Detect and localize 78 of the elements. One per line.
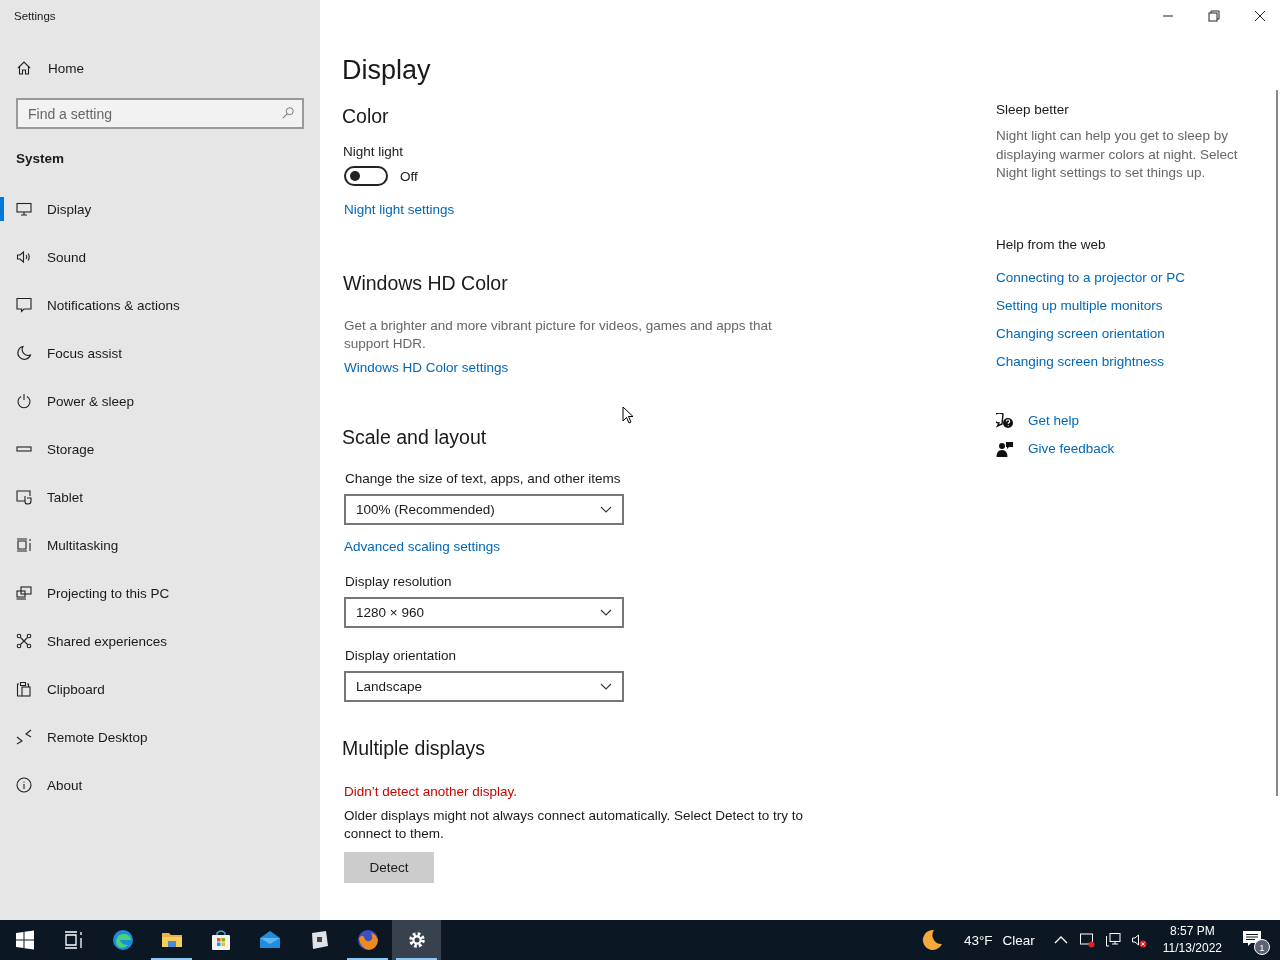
nav-item[interactable]: Multitasking <box>0 533 320 557</box>
nav-item[interactable]: Projecting to this PC <box>0 581 320 605</box>
description-text: Night light can help you get to sleep by displaying warmer colors at night. Select Night light settings to set things up. <box>996 127 1239 182</box>
toggle-switch[interactable] <box>344 166 388 186</box>
field-label: Display orientation <box>345 648 457 663</box>
clock-time[interactable]: 8:57 PM <box>1170 923 1215 940</box>
nav-item[interactable]: Shared experiences <box>0 629 320 653</box>
fox-browser-icon[interactable] <box>355 928 380 952</box>
help-link[interactable]: Connecting to a projector or PC <box>996 269 1186 285</box>
network-icon[interactable] <box>1104 932 1121 948</box>
nav-item[interactable]: Power & sleep <box>0 389 320 413</box>
mouse-pointer-icon <box>622 406 634 424</box>
settings-link[interactable]: Advanced scaling settings <box>344 539 501 554</box>
dropdown[interactable]: 1280 × 960 <box>344 597 624 628</box>
section-heading: Windows HD Color <box>343 271 508 296</box>
settings-link[interactable]: Windows HD Color settings <box>344 360 509 375</box>
person-feedback-icon <box>996 440 1014 457</box>
monitor-pair-icon <box>16 585 32 601</box>
section-heading: Color <box>342 104 389 129</box>
temperature-text: 43°F <box>963 932 993 948</box>
help-link[interactable]: Changing screen brightness <box>996 353 1165 369</box>
nav-item[interactable]: Tablet <box>0 485 320 509</box>
browser-icon[interactable] <box>110 928 135 952</box>
speaker-icon <box>16 249 32 265</box>
nav-item[interactable]: About <box>0 773 320 797</box>
tablet-icon <box>16 489 32 505</box>
dropdown[interactable]: Landscape <box>344 671 624 702</box>
help-link[interactable]: Changing screen orientation <box>996 325 1165 341</box>
nav-item[interactable]: Storage <box>0 437 320 461</box>
nav-item[interactable]: Notifications & actions <box>0 293 320 317</box>
weather-text: Clear <box>1002 932 1035 948</box>
section-heading: System <box>16 151 65 166</box>
search-icon <box>281 106 295 120</box>
nav-item[interactable]: Focus assist <box>0 341 320 365</box>
moon-icon <box>16 345 32 361</box>
nav-item[interactable]: Remote Desktop <box>0 725 320 749</box>
description-text: Get a brighter and more vibrant picture for videos, games and apps that support HDR. <box>344 317 773 353</box>
window-title: Settings <box>14 10 56 22</box>
info-icon <box>16 777 32 793</box>
warning-text: Didn’t detect another display. <box>344 784 518 799</box>
section-heading: Sleep better <box>996 102 1069 117</box>
settings-link[interactable]: Night light settings <box>344 202 455 217</box>
help-bubble-icon <box>996 412 1014 429</box>
field-label: Change the size of text, apps, and other items <box>345 471 621 486</box>
power-icon <box>16 393 32 409</box>
help-link[interactable]: Get help <box>1028 413 1080 428</box>
window-stack-icon <box>16 537 32 553</box>
section-heading: Multiple displays <box>342 736 486 761</box>
notification-badge: 1 <box>1254 939 1270 955</box>
field-label: Night light <box>343 144 404 159</box>
help-link[interactable]: Setting up multiple monitors <box>996 297 1163 313</box>
arrows-icon <box>16 729 32 745</box>
notification-icon[interactable] <box>1242 930 1262 948</box>
chevron-down-icon <box>600 608 612 617</box>
help-link[interactable]: Give feedback <box>1028 441 1115 456</box>
security-icon[interactable] <box>1078 932 1095 948</box>
speech-bubble-icon <box>16 297 32 313</box>
chevron-down-icon <box>600 505 612 514</box>
description-text: Older displays might not always connect automatically. Select Detect to try to connect to them. <box>344 807 804 843</box>
dropdown[interactable]: 100% (Recommended) <box>344 494 624 525</box>
section-heading: Help from the web <box>996 236 1106 252</box>
page-title: Display <box>342 54 431 87</box>
scrollbar[interactable] <box>1276 90 1278 796</box>
monitor-icon <box>16 201 32 217</box>
home-link[interactable]: Home <box>16 60 84 76</box>
muted-speaker-icon[interactable] <box>1130 932 1147 948</box>
section-heading: Scale and layout <box>342 425 487 450</box>
search-field[interactable]: Find a setting <box>16 98 304 129</box>
toggle-state: Off <box>400 168 418 184</box>
clock-date[interactable]: 11/13/2022 <box>1162 940 1222 957</box>
chevron-down-icon <box>600 682 612 691</box>
field-label: Display resolution <box>345 574 452 589</box>
detect-button[interactable]: Detect <box>344 852 434 883</box>
clipboard-icon <box>16 681 32 697</box>
nav-item[interactable]: Clipboard <box>0 677 320 701</box>
home-icon <box>16 60 32 76</box>
nodes-icon <box>16 633 32 649</box>
nav-item[interactable]: Sound <box>0 245 320 269</box>
